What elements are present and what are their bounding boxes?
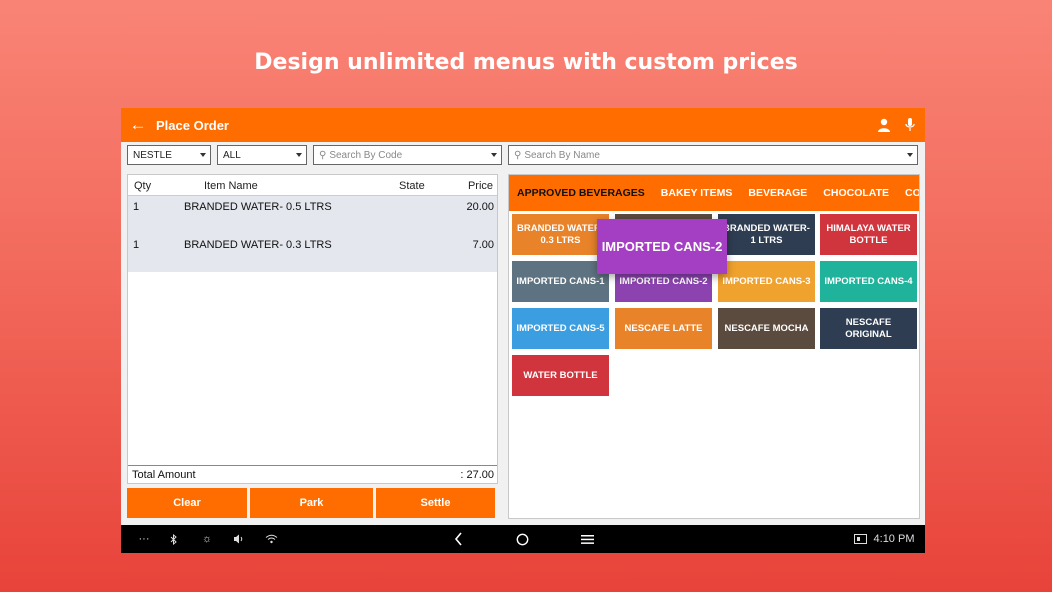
bluetooth-icon[interactable] xyxy=(167,525,181,553)
chevron-down-icon xyxy=(907,153,913,157)
search-icon: ⚲ xyxy=(514,149,522,161)
chevron-down-icon xyxy=(296,153,302,157)
arrow-left-icon[interactable]: ← xyxy=(123,115,153,135)
row-item-name: BRANDED WATER- 0.5 LTRS xyxy=(184,201,332,213)
menu-tile[interactable]: NESCAFE LATTE xyxy=(615,308,712,349)
header-price: Price xyxy=(467,180,493,192)
category-tab[interactable]: APPROVED BEVERAGES xyxy=(509,187,653,199)
header-item-name: Item Name xyxy=(204,180,258,192)
app-bar: ← Place Order xyxy=(121,108,925,142)
menu-tile[interactable]: HIMALAYA WATER BOTTLE xyxy=(820,214,917,255)
menu-tile[interactable]: BRANDED WATER- 0.3 LTRS xyxy=(512,214,609,255)
home-icon[interactable] xyxy=(515,525,529,553)
headline: Design unlimited menus with custom price… xyxy=(254,50,798,75)
brightness-icon[interactable]: ☼ xyxy=(200,525,214,553)
row-price: 20.00 xyxy=(466,201,494,213)
clear-button[interactable]: Clear xyxy=(127,488,247,518)
search-by-name-input[interactable]: ⚲ Search By Name xyxy=(508,145,918,165)
menu-tile[interactable]: IMPORTED CANS-4 xyxy=(820,261,917,302)
system-nav-bar: ··· ☼ 4:10 PM xyxy=(121,525,925,553)
user-icon[interactable] xyxy=(871,118,897,132)
tablet-screen: ← Place Order NESTLE ALL ⚲ Search By Cod… xyxy=(121,108,925,553)
dragged-menu-tile[interactable]: IMPORTED CANS-2 xyxy=(597,219,727,274)
settle-button[interactable]: Settle xyxy=(376,488,495,518)
total-value: : 27.00 xyxy=(460,469,494,481)
screen-icon[interactable] xyxy=(853,525,867,553)
page-title: Place Order xyxy=(156,117,229,133)
order-actions: Clear Park Settle xyxy=(127,488,495,518)
search-by-code-input[interactable]: ⚲ Search By Code xyxy=(313,145,502,165)
category-select-value: ALL xyxy=(223,149,241,161)
brand-select[interactable]: NESTLE xyxy=(127,145,211,165)
category-tab[interactable]: COLD BEVERAGES xyxy=(897,187,919,199)
header-state: State xyxy=(399,180,425,192)
order-list: Qty Item Name State Price 1 BRANDED WATE… xyxy=(127,174,498,484)
recents-icon[interactable] xyxy=(580,525,594,553)
chevron-down-icon xyxy=(491,153,497,157)
category-tab[interactable]: BEVERAGE xyxy=(740,187,815,199)
more-icon[interactable]: ··· xyxy=(137,525,151,553)
total-label: Total Amount xyxy=(132,469,196,481)
menu-tile[interactable]: NESCAFE MOCHA xyxy=(718,308,815,349)
menu-tile[interactable]: IMPORTED CANS-1 xyxy=(512,261,609,302)
category-select[interactable]: ALL xyxy=(217,145,307,165)
row-price: 7.00 xyxy=(472,239,494,251)
order-row[interactable]: 1 BRANDED WATER- 0.5 LTRS 20.00 xyxy=(128,196,497,234)
category-tab[interactable]: CHOCOLATE xyxy=(815,187,897,199)
category-tab[interactable]: BAKEY ITEMS xyxy=(653,187,741,199)
search-by-name-placeholder: Search By Name xyxy=(524,149,600,161)
menu-tile[interactable]: WATER BOTTLE xyxy=(512,355,609,396)
menu-tile[interactable]: IMPORTED CANS-5 xyxy=(512,308,609,349)
row-qty: 1 xyxy=(133,201,140,213)
total-amount-row: Total Amount : 27.00 xyxy=(128,465,497,483)
search-icon: ⚲ xyxy=(319,149,327,161)
volume-icon[interactable] xyxy=(232,525,246,553)
chevron-down-icon xyxy=(200,153,206,157)
order-row[interactable]: 1 BRANDED WATER- 0.3 LTRS 7.00 xyxy=(128,234,497,272)
menu-tile[interactable]: IMPORTED CANS-3 xyxy=(718,261,815,302)
back-icon[interactable] xyxy=(451,525,465,553)
brand-select-value: NESTLE xyxy=(133,149,172,161)
clock-time: 4:10 PM xyxy=(873,533,915,545)
mic-icon[interactable] xyxy=(897,118,923,132)
menu-tile[interactable]: BRANDED WATER- 1 LTRS xyxy=(718,214,815,255)
category-tabs: APPROVED BEVERAGES BAKEY ITEMS BEVERAGE CHO… xyxy=(509,175,919,211)
filter-bar: NESTLE ALL ⚲ Search By Code ⚲ Search By … xyxy=(121,145,925,165)
search-by-code-placeholder: Search By Code xyxy=(329,149,403,161)
row-qty: 1 xyxy=(133,239,140,251)
wifi-icon[interactable] xyxy=(264,525,278,553)
order-table-header: Qty Item Name State Price xyxy=(128,175,497,196)
header-qty: Qty xyxy=(134,180,152,192)
menu-tile[interactable]: NESCAFE ORIGINAL xyxy=(820,308,917,349)
park-button[interactable]: Park xyxy=(250,488,373,518)
row-item-name: BRANDED WATER- 0.3 LTRS xyxy=(184,239,332,251)
